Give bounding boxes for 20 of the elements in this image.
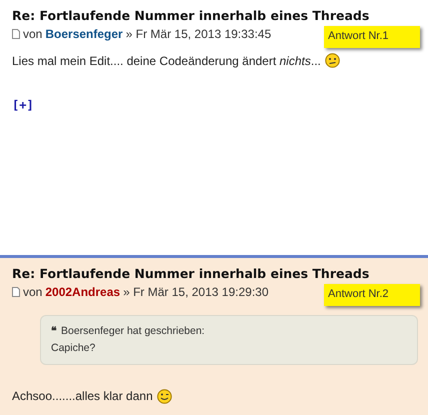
post-text: Lies mal mein Edit.... deine Codeänderung ändert nichts... <box>12 54 321 68</box>
post-text: Achsoo.......alles klar dann <box>12 389 153 404</box>
quote-text: Capiche? <box>51 340 96 356</box>
author-prefix: von <box>23 27 42 41</box>
date-text: » Fr Mär 15, 2013 19:33:45 <box>126 27 272 41</box>
date-text: » Fr Mär 15, 2013 19:29:30 <box>123 285 269 299</box>
author-link[interactable]: 2002Andreas <box>45 285 120 299</box>
post-title: Re: Fortlaufende Nummer innerhalb eines Threads <box>12 8 370 23</box>
quote-mark: ❝ <box>51 324 57 339</box>
smiley-icon <box>324 53 340 68</box>
author-prefix: von <box>23 285 42 299</box>
post-title: Re: Fortlaufende Nummer innerhalb eines Threads <box>12 266 370 281</box>
sticky-note: Antwort Nr.1 <box>324 26 420 48</box>
sticky-note: Antwort Nr.2 <box>324 284 420 306</box>
expand-link[interactable]: [+] <box>12 98 418 112</box>
post-icon <box>12 29 20 39</box>
author-link[interactable]: Boersenfeger <box>45 27 123 41</box>
smiley-icon <box>156 388 172 404</box>
post-icon <box>12 287 20 297</box>
quote-cite: Boersenfeger hat geschrieben: <box>61 324 205 339</box>
